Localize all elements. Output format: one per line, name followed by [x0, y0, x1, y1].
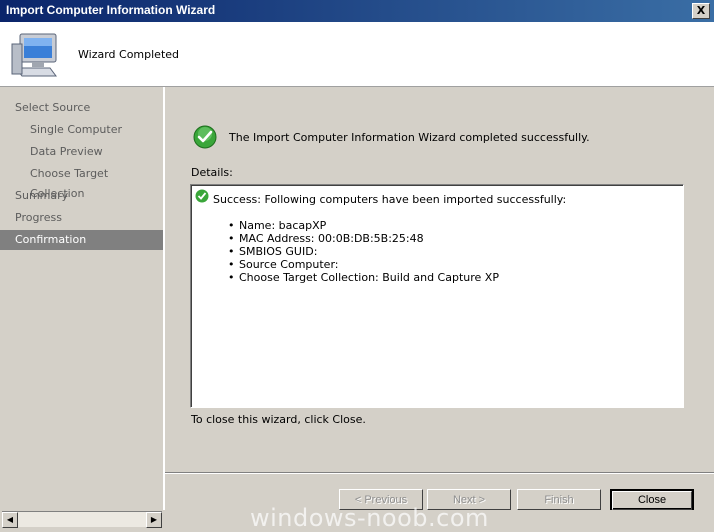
scroll-right-icon[interactable]: ▶: [146, 512, 162, 528]
success-message: The Import Computer Information Wizard c…: [229, 131, 590, 144]
success-check-small-icon: [195, 189, 209, 203]
success-check-icon: [193, 125, 217, 149]
title-bar: Import Computer Information Wizard X: [0, 0, 714, 22]
computer-monitor-icon: [11, 33, 57, 77]
details-heading: Success: Following computers have been i…: [213, 193, 567, 206]
nav-item-confirmation: Confirmation: [0, 230, 163, 250]
details-list: Name: bacapXP MAC Address: 00:0B:DB:5B:2…: [228, 219, 499, 284]
nav-horizontal-scrollbar[interactable]: ◀ ▶: [2, 511, 162, 528]
wizard-header: Wizard Completed: [0, 22, 714, 87]
details-textbox[interactable]: Success: Following computers have been i…: [190, 184, 684, 408]
detail-item-target-collection: Choose Target Collection: Build and Capt…: [228, 271, 499, 284]
watermark: windows-noob.com: [250, 504, 489, 532]
wizard-navigation: Select Source Single Computer Data Previ…: [0, 87, 165, 510]
nav-item-choose-target-collection: Choose Target Collection: [30, 167, 109, 200]
scroll-left-icon[interactable]: ◀: [2, 512, 18, 528]
close-button[interactable]: Close: [610, 489, 694, 510]
detail-item-name: Name: bacapXP: [228, 219, 499, 232]
nav-item-summary: Summary: [15, 189, 69, 202]
window-close-button[interactable]: X: [692, 3, 710, 19]
footer-separator: [165, 472, 714, 474]
nav-item-select-source: Select Source: [15, 101, 91, 114]
wizard-page-title: Wizard Completed: [78, 48, 180, 61]
detail-item-source-computer: Source Computer:: [228, 258, 499, 271]
window-title: Import Computer Information Wizard: [6, 3, 216, 17]
detail-item-mac-address: MAC Address: 00:0B:DB:5B:25:48: [228, 232, 499, 245]
close-hint-text: To close this wizard, click Close.: [191, 413, 366, 426]
finish-button[interactable]: Finish: [517, 489, 601, 510]
nav-item-progress: Progress: [15, 211, 62, 224]
nav-item-single-computer: Single Computer: [30, 123, 122, 136]
details-label: Details:: [191, 166, 233, 179]
close-button-label: Close: [612, 491, 692, 510]
detail-item-smbios-guid: SMBIOS GUID:: [228, 245, 499, 258]
nav-item-data-preview: Data Preview: [30, 145, 103, 158]
